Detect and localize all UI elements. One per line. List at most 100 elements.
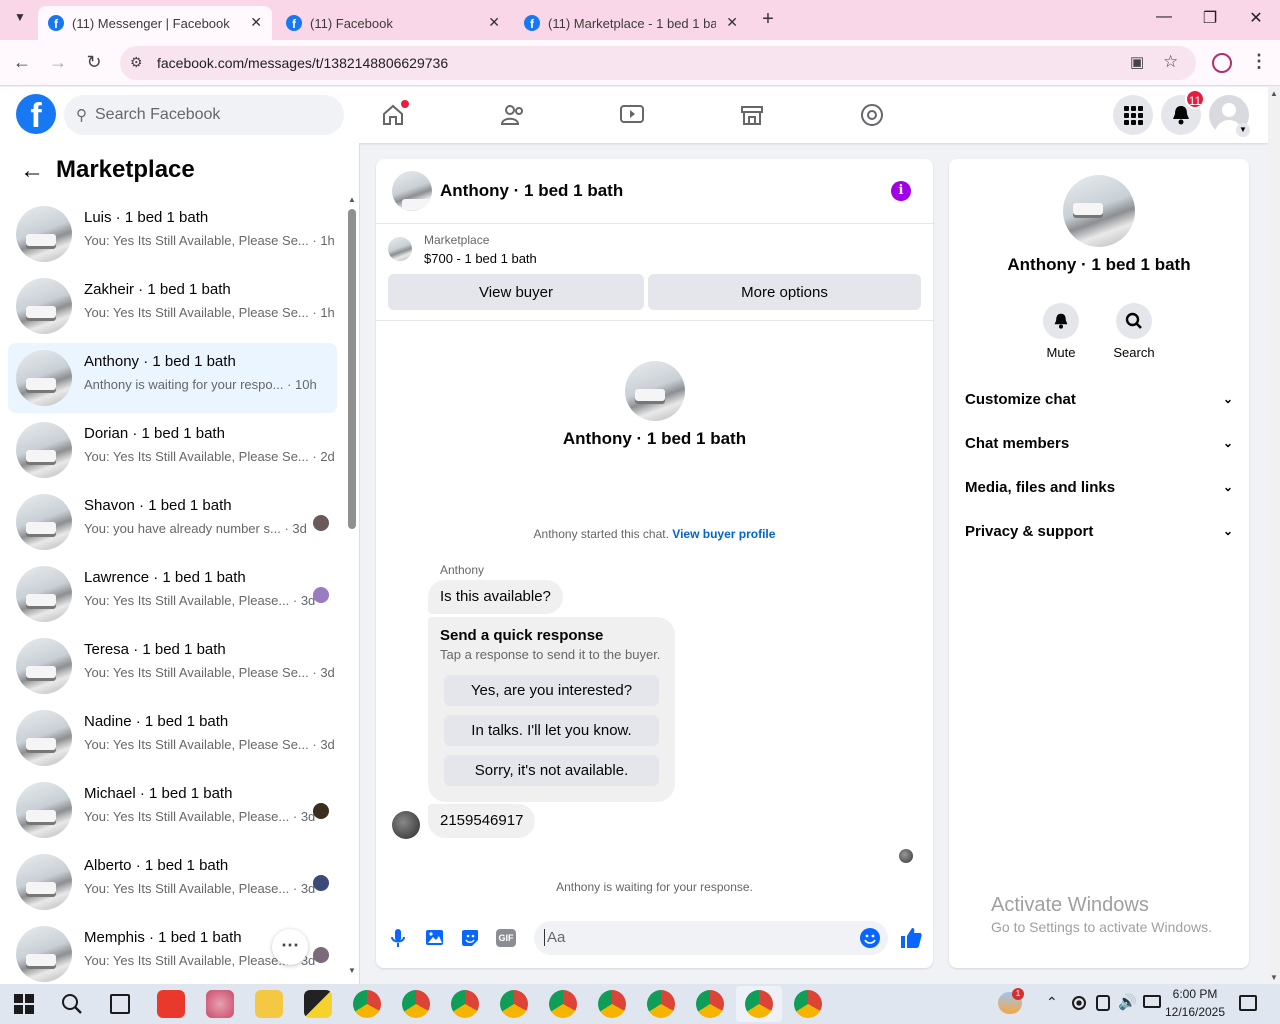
conversation-item[interactable]: Shavon · 1 bed 1 bath You: you have alre… (8, 487, 337, 557)
bookmark-star-icon[interactable]: ☆ (1163, 52, 1178, 72)
record-icon[interactable] (1072, 996, 1086, 1010)
conversation-item[interactable]: Nadine · 1 bed 1 bath You: Yes Its Still… (8, 703, 337, 773)
conversation-name: Nadine · 1 bed 1 bath (84, 713, 229, 730)
close-tab-icon[interactable]: ✕ (488, 14, 500, 31)
chrome-profile-app-icon[interactable] (647, 990, 675, 1018)
task-view-icon[interactable] (110, 994, 130, 1014)
quick-response-in-talks-button[interactable]: In talks. I'll let you know. (444, 715, 659, 746)
message-bubble[interactable]: Is this available? (428, 580, 563, 614)
tab-search-chevron-icon[interactable]: ▼ (8, 10, 32, 30)
new-tab-icon[interactable]: + (756, 8, 780, 31)
clock-time[interactable]: 6:00 PM (1164, 987, 1226, 1001)
list-scrollbar[interactable]: ▲ ▼ (346, 195, 356, 975)
chrome-profile-app-icon[interactable] (451, 990, 479, 1018)
conversation-item[interactable]: Michael · 1 bed 1 bath You: Yes Its Stil… (8, 775, 337, 845)
browser-menu-icon[interactable]: ⋮ (1250, 51, 1268, 72)
anydesk-app-icon[interactable] (157, 990, 185, 1018)
conversation-item-selected[interactable]: Anthony · 1 bed 1 bath Anthony is waitin… (8, 343, 337, 413)
chrome-profile-app-icon[interactable] (794, 990, 822, 1018)
view-buyer-button[interactable]: View buyer (388, 274, 644, 310)
chrome-profile-app-icon[interactable] (402, 990, 430, 1018)
privacy-support-section[interactable]: Privacy & support ⌄ (965, 517, 1233, 545)
conversation-item[interactable]: Dorian · 1 bed 1 bath You: Yes Its Still… (8, 415, 337, 485)
install-app-icon[interactable]: ▣ (1130, 53, 1144, 71)
view-buyer-profile-link[interactable]: View buyer profile (672, 527, 775, 541)
page-scrollbar[interactable]: ▲ ▼ (1268, 87, 1280, 984)
gif-icon[interactable]: GIF (496, 929, 516, 947)
close-window-icon[interactable]: ✕ (1236, 8, 1276, 28)
windows-start-icon[interactable] (14, 994, 34, 1014)
home-icon[interactable] (375, 97, 411, 133)
profile-thumbnail[interactable] (625, 361, 685, 421)
snipping-tool-app-icon[interactable] (206, 990, 234, 1018)
mute-button[interactable]: Mute (1041, 303, 1081, 360)
media-files-links-section[interactable]: Media, files and links ⌄ (965, 473, 1233, 501)
profile-icon[interactable] (1212, 53, 1232, 73)
close-tab-icon[interactable]: ✕ (250, 14, 262, 31)
scrollbar-thumb[interactable] (348, 209, 356, 529)
taskbar-search-icon[interactable] (60, 992, 84, 1016)
conversation-item[interactable]: Alberto · 1 bed 1 bath You: Yes Its Stil… (8, 847, 337, 917)
browser-tab-marketplace[interactable]: f (11) Marketplace - 1 bed 1 bath ✕ (514, 6, 748, 40)
photo-icon[interactable] (425, 928, 445, 948)
video-icon[interactable] (614, 97, 650, 133)
back-arrow-icon[interactable]: ← (20, 157, 44, 185)
account-chevron-down-icon[interactable]: ▼ (1236, 123, 1250, 137)
message-bubble[interactable]: 2159546917 (428, 804, 536, 838)
search-input[interactable]: ⚲ Search Facebook (64, 95, 344, 135)
back-icon[interactable]: ← (10, 52, 34, 73)
browser-tab-messenger[interactable]: f (11) Messenger | Facebook ✕ (38, 6, 272, 40)
listing-thumbnail (16, 566, 72, 622)
emoji-icon[interactable] (860, 928, 880, 948)
close-tab-icon[interactable]: ✕ (726, 14, 738, 31)
conversation-item[interactable]: Zakheir · 1 bed 1 bath You: Yes Its Stil… (8, 271, 337, 341)
forward-icon[interactable]: → (46, 52, 70, 73)
chrome-profile-app-icon[interactable] (549, 990, 577, 1018)
customize-chat-section[interactable]: Customize chat ⌄ (965, 385, 1233, 413)
reload-icon[interactable]: ↻ (82, 52, 106, 73)
marketplace-icon[interactable] (734, 97, 770, 133)
quick-response-yes-button[interactable]: Yes, are you interested? (444, 675, 659, 706)
browser-tab-facebook[interactable]: f (11) Facebook ✕ (276, 6, 510, 40)
sender-avatar[interactable] (392, 811, 420, 839)
info-icon[interactable]: i (891, 181, 911, 201)
chrome-profile-app-icon[interactable] (696, 990, 724, 1018)
show-hidden-icons-chevron-icon[interactable]: ⌃ (1046, 994, 1058, 1011)
quick-response-not-available-button[interactable]: Sorry, it's not available. (444, 755, 659, 786)
gaming-icon[interactable] (854, 97, 890, 133)
meet-now-icon[interactable] (1096, 995, 1110, 1011)
chrome-profile-app-icon[interactable] (598, 990, 626, 1018)
more-options-icon[interactable]: ⋯ (272, 929, 308, 965)
conversation-item[interactable]: Teresa · 1 bed 1 bath You: Yes Its Still… (8, 631, 337, 701)
weather-icon[interactable]: 1 (998, 988, 1024, 1014)
network-icon[interactable] (1143, 995, 1161, 1008)
sticky-app-icon[interactable] (304, 990, 332, 1018)
like-icon[interactable] (899, 926, 923, 950)
search-button[interactable]: Search (1109, 303, 1159, 360)
volume-icon[interactable]: 🔊 (1118, 993, 1137, 1011)
conversation-item[interactable]: Luis · 1 bed 1 bath You: Yes Its Still A… (8, 199, 337, 269)
minimize-window-icon[interactable]: — (1144, 8, 1184, 26)
chrome-profile-app-icon[interactable] (500, 990, 528, 1018)
menu-grid-icon[interactable] (1113, 95, 1153, 135)
conversation-item[interactable]: Lawrence · 1 bed 1 bath You: Yes Its Sti… (8, 559, 337, 629)
chrome-profile-app-icon-active[interactable] (745, 990, 773, 1018)
friends-icon[interactable] (495, 97, 531, 133)
notifications-bell-icon[interactable]: 11 (1161, 89, 1205, 135)
more-options-button[interactable]: More options (648, 274, 921, 310)
site-info-icon[interactable]: ⚙ (130, 54, 143, 71)
clock-date[interactable]: 12/16/2025 (1164, 1005, 1226, 1019)
notification-center-icon[interactable] (1239, 995, 1257, 1011)
chat-title[interactable]: Anthony · 1 bed 1 bath (440, 181, 623, 201)
chrome-app-icon[interactable] (353, 990, 381, 1018)
chat-header-thumbnail[interactable] (392, 171, 432, 211)
address-bar[interactable]: ⚙ facebook.com/messages/t/13821488066297… (120, 46, 1196, 80)
message-input[interactable]: Aa (534, 921, 888, 955)
details-profile-thumbnail[interactable] (1063, 175, 1135, 247)
microphone-icon[interactable] (390, 927, 406, 949)
facebook-logo-icon[interactable]: f (16, 94, 56, 134)
chat-members-section[interactable]: Chat members ⌄ (965, 429, 1233, 457)
restore-window-icon[interactable]: ❐ (1190, 8, 1230, 28)
file-explorer-app-icon[interactable] (255, 990, 283, 1018)
sticker-icon[interactable] (460, 928, 480, 948)
